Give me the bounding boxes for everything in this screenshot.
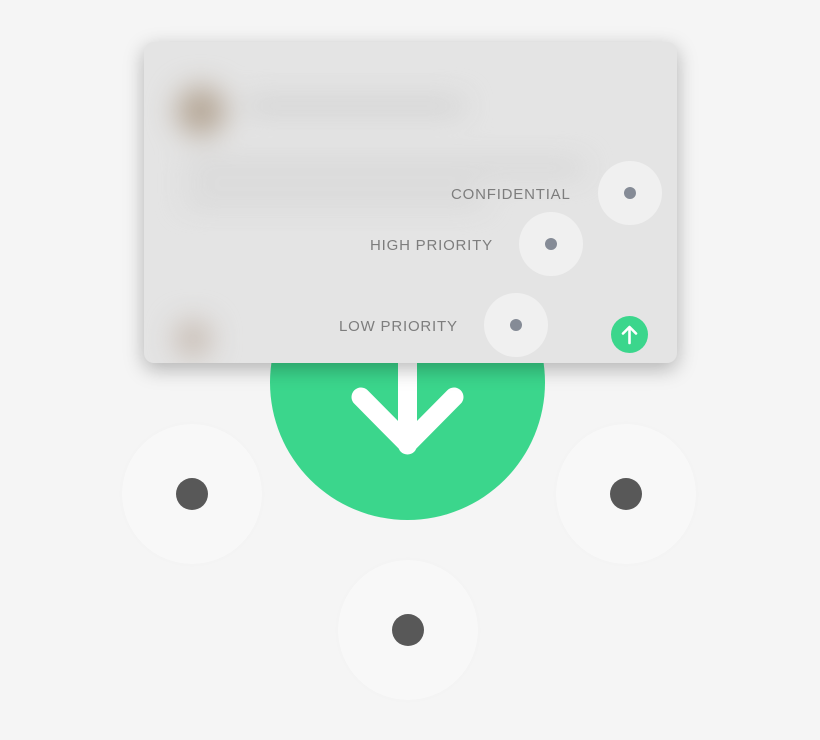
option-confidential[interactable]: CONFIDENTIAL xyxy=(451,186,571,203)
option-confidential-label: CONFIDENTIAL xyxy=(451,186,571,203)
dot-icon xyxy=(624,187,636,199)
dot-icon xyxy=(176,478,208,510)
blurred-text-line xyxy=(244,100,464,112)
blurred-content xyxy=(144,42,677,363)
avatar xyxy=(174,320,212,358)
option-high-priority-button[interactable] xyxy=(519,212,583,276)
dot-icon xyxy=(392,614,424,646)
message-preview-card xyxy=(144,42,677,363)
option-high-priority[interactable]: HIGH PRIORITY xyxy=(370,237,493,254)
blurred-text-line xyxy=(184,162,584,174)
dot-icon xyxy=(510,319,522,331)
avatar xyxy=(176,86,226,136)
send-button[interactable] xyxy=(611,316,648,353)
option-high-priority-label: HIGH PRIORITY xyxy=(370,237,493,254)
option-low-priority-button[interactable] xyxy=(484,293,548,357)
option-bottom-button[interactable] xyxy=(338,560,478,700)
dot-icon xyxy=(610,478,642,510)
option-low-priority-label: LOW PRIORITY xyxy=(339,318,458,335)
option-low-priority[interactable]: LOW PRIORITY xyxy=(339,318,458,335)
option-confidential-button[interactable] xyxy=(598,161,662,225)
stage: CONFIDENTIAL HIGH PRIORITY LOW PRIORITY xyxy=(0,0,820,740)
arrow-up-icon xyxy=(621,325,638,345)
dot-icon xyxy=(545,238,557,250)
blurred-text-line xyxy=(184,192,484,204)
option-left-button[interactable] xyxy=(122,424,262,564)
option-right-button[interactable] xyxy=(556,424,696,564)
